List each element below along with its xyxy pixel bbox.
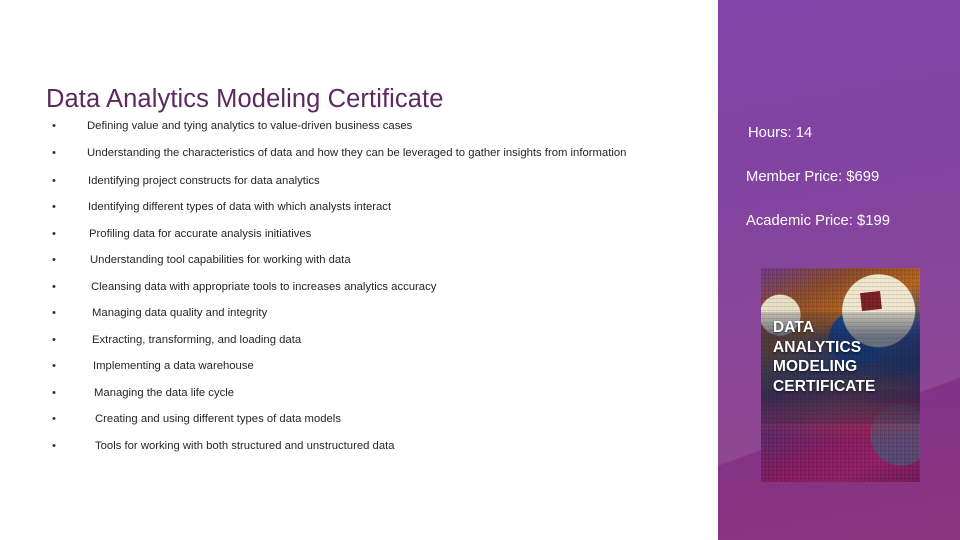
- list-item: • Identifying project constructs for dat…: [46, 174, 686, 189]
- list-item: • Identifying different types of data wi…: [46, 200, 686, 215]
- bullet-icon: •: [52, 201, 56, 213]
- bullet-icon: •: [52, 254, 56, 266]
- cover-title-line: MODELING: [773, 358, 858, 375]
- list-item: • Tools for working with both structured…: [46, 439, 686, 454]
- bullet-icon: •: [52, 227, 56, 240]
- list-item-label: Managing the data life cycle: [94, 386, 235, 399]
- list-item-label: Identifying project constructs for data …: [88, 174, 320, 187]
- cover-title: DATA ANALYTICS MODELING CERTIFICATE: [773, 318, 875, 396]
- list-item-label: Creating and using different types of da…: [95, 413, 341, 425]
- list-item-label: Understanding the characteristics of dat…: [87, 146, 627, 159]
- member-price-text: Member Price: $699: [746, 169, 880, 185]
- list-item: • Defining value and tying analytics to …: [46, 119, 686, 134]
- list-item-label: Managing data quality and integrity: [92, 307, 268, 319]
- list-item-label: Tools for working with both structured a…: [95, 439, 395, 452]
- list-item-label: Understanding tool capabilities for work…: [90, 254, 351, 266]
- list-item: • Creating and using different types of …: [46, 412, 686, 427]
- list-item: • Cleansing data with appropriate tools …: [46, 280, 686, 295]
- list-item-label: Identifying different types of data with…: [88, 201, 392, 213]
- bullet-icon: •: [52, 439, 56, 452]
- list-item: • Extracting, transforming, and loading …: [46, 333, 686, 348]
- course-facts: Hours: 14 Member Price: $699 Academic Pr…: [718, 124, 960, 230]
- list-item: • Managing data quality and integrity: [46, 306, 686, 321]
- bullet-icon: •: [52, 360, 56, 372]
- cover-title-line: ANALYTICS: [773, 338, 862, 356]
- list-item-label: Profiling data for accurate analysis ini…: [89, 227, 312, 240]
- hours-text: Hours: 14: [748, 125, 813, 141]
- list-item: • Profiling data for accurate analysis i…: [46, 227, 686, 242]
- list-item-label: Implementing a data warehouse: [93, 360, 254, 372]
- bullet-icon: •: [52, 333, 56, 346]
- bullet-icon: •: [52, 120, 56, 132]
- bullet-icon: •: [52, 413, 56, 425]
- list-item: • Understanding the characteristics of d…: [46, 146, 686, 161]
- cover-title-line: DATA: [773, 319, 815, 336]
- info-panel: Hours: 14 Member Price: $699 Academic Pr…: [718, 0, 960, 540]
- list-item-label: Cleansing data with appropriate tools to…: [91, 280, 437, 293]
- list-item-label: Extracting, transforming, and loading da…: [92, 333, 302, 346]
- bullet-icon: •: [52, 307, 56, 319]
- bullet-icon: •: [52, 174, 56, 187]
- content-column: Data Analytics Modeling Certificate • De…: [0, 0, 718, 540]
- list-item: • Managing the data life cycle: [46, 386, 686, 401]
- slide: Data Analytics Modeling Certificate • De…: [0, 0, 960, 540]
- page-title: Data Analytics Modeling Certificate: [46, 85, 444, 114]
- course-topics-list: • Defining value and tying analytics to …: [46, 119, 686, 454]
- list-item: • Implementing a data warehouse: [46, 359, 686, 374]
- list-item: • Understanding tool capabilities for wo…: [46, 253, 686, 268]
- academic-price-text: Academic Price: $199: [746, 213, 890, 229]
- bullet-icon: •: [52, 146, 56, 159]
- certificate-cover-image: DATA ANALYTICS MODELING CERTIFICATE: [761, 268, 920, 482]
- list-item-label: Defining value and tying analytics to va…: [87, 120, 413, 132]
- cover-title-line: CERTIFICATE: [773, 377, 876, 395]
- bullet-icon: •: [52, 386, 56, 399]
- bullet-icon: •: [52, 280, 56, 293]
